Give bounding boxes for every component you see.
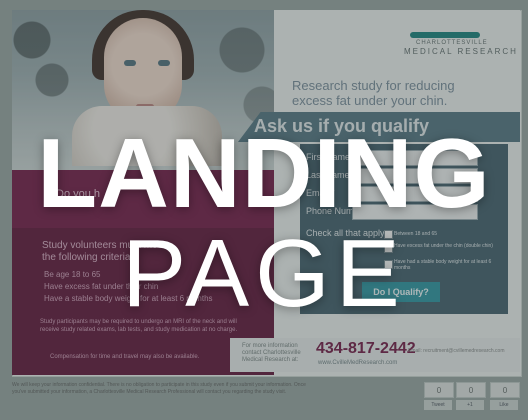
landing-page-screenshot: Do you h Study volunteers must meet the … xyxy=(0,0,528,420)
overlay-title-line2: PAGE xyxy=(122,220,406,327)
overlay-title-line1: LANDING xyxy=(37,118,491,228)
